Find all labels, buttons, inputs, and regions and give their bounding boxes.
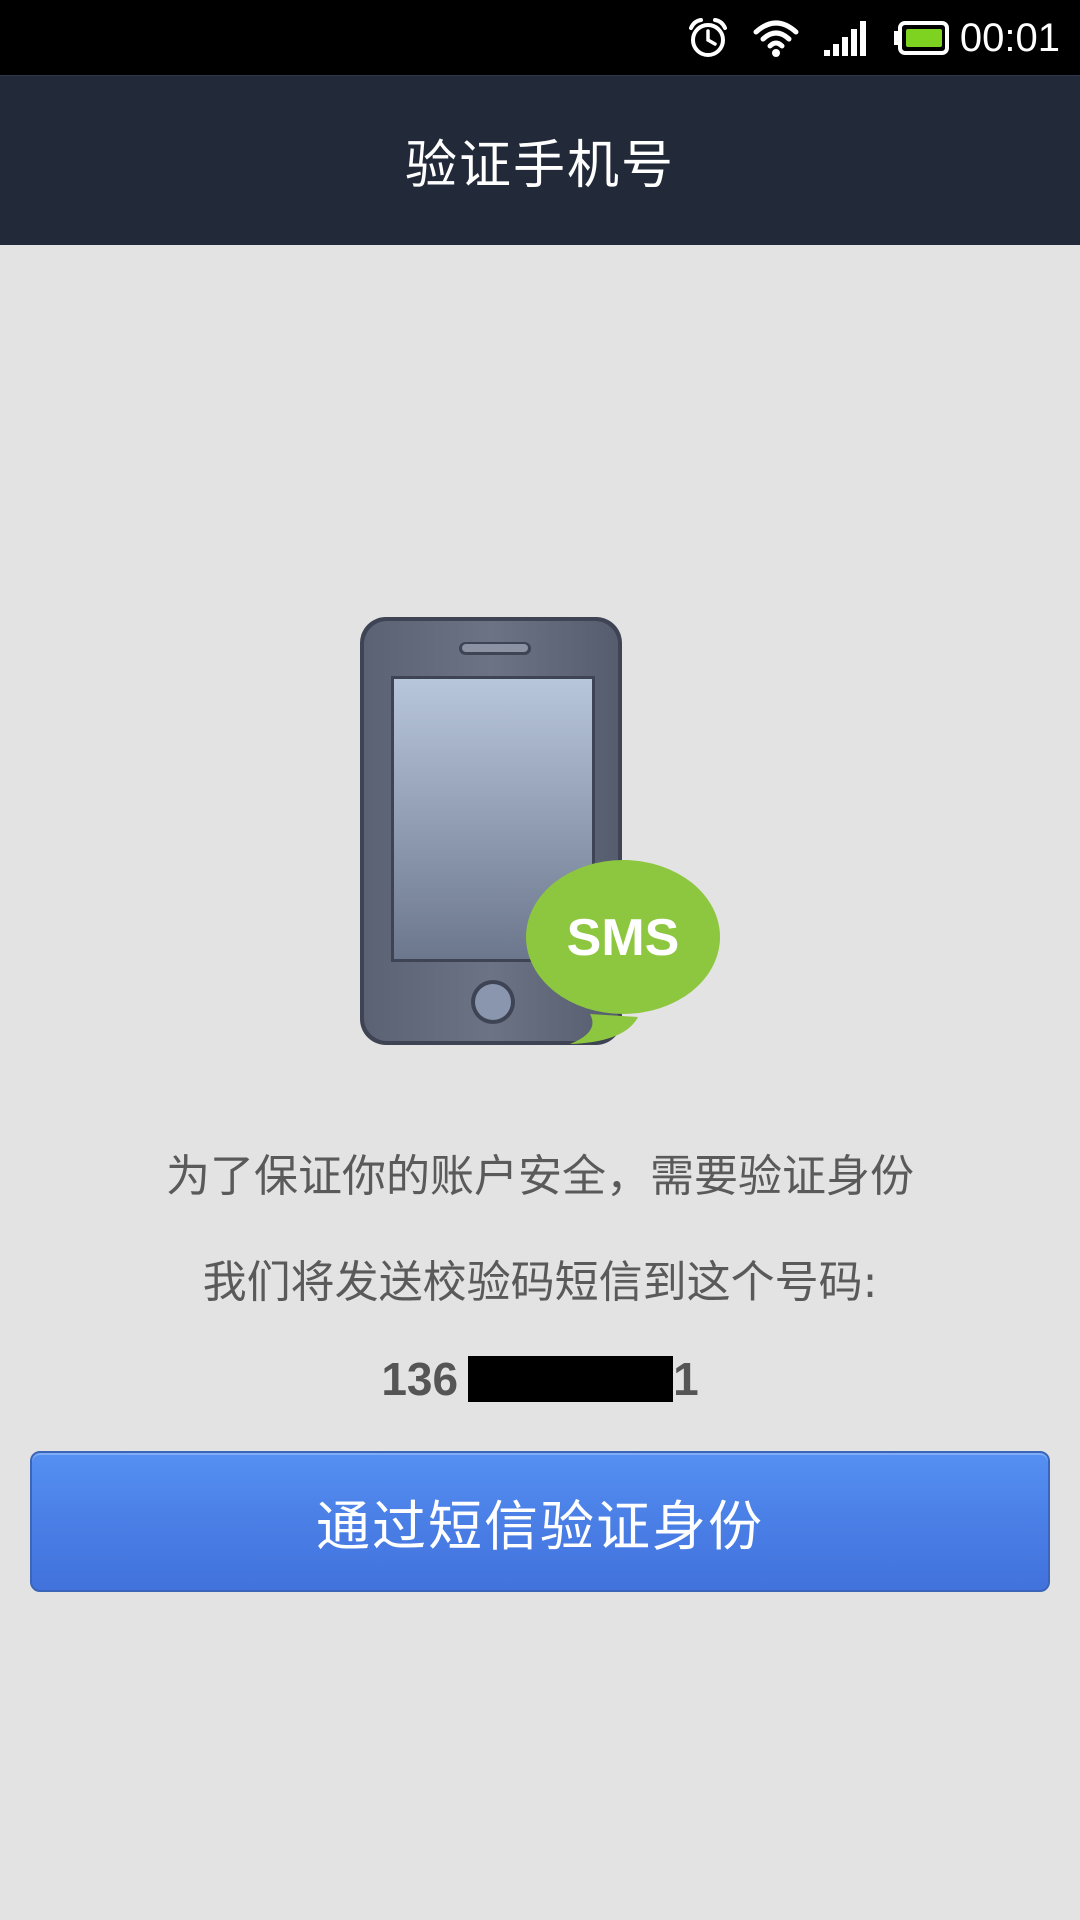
- security-message: 为了保证你的账户安全，需要验证身份: [166, 1151, 914, 1202]
- page-title: 验证手机号: [404, 136, 675, 196]
- alarm-icon: [686, 16, 730, 60]
- sms-badge-text: SMS: [567, 909, 680, 967]
- title-bar: 验证手机号: [0, 75, 1080, 245]
- verify-by-sms-button[interactable]: 通过短信验证身份: [30, 1451, 1050, 1592]
- phone-redaction: [468, 1356, 674, 1402]
- wifi-icon: [752, 18, 800, 58]
- phone-prefix: 136: [381, 1353, 459, 1405]
- signal-icon: [822, 18, 870, 58]
- battery-icon: [892, 20, 950, 56]
- send-code-message: 我们将发送校验码短信到这个号码:: [202, 1257, 878, 1308]
- phone-number: 136 1: [0, 1352, 1080, 1406]
- status-time: 00:01: [959, 15, 1060, 60]
- phone-sms-icon: SMS: [355, 612, 725, 1048]
- status-bar: 00:01: [0, 0, 1080, 75]
- phone-suffix: 1: [673, 1353, 699, 1405]
